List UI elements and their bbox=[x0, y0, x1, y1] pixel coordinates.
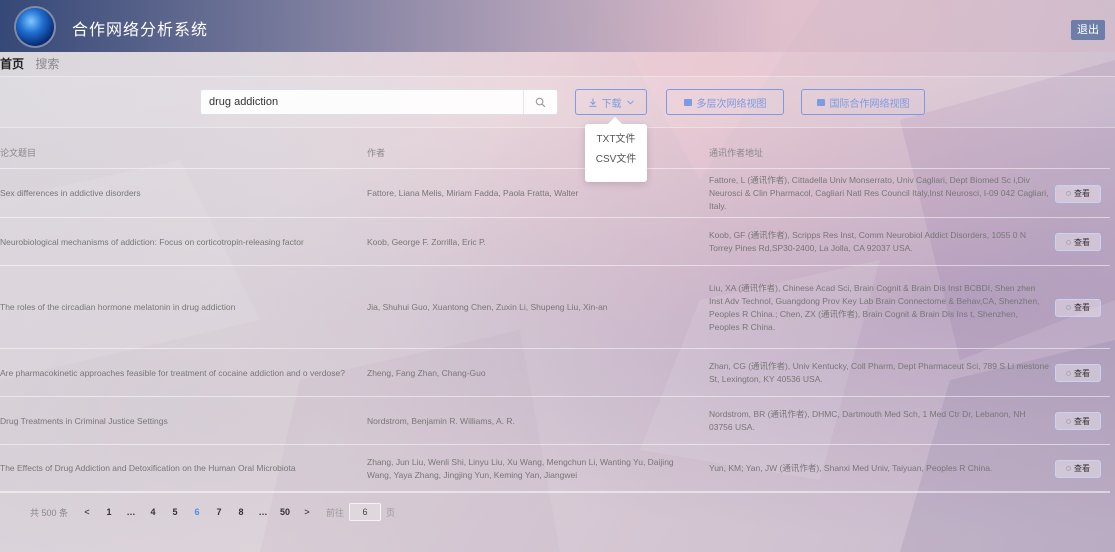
next-page-button[interactable]: > bbox=[296, 507, 318, 517]
paper-title: Are pharmacokinetic approaches feasible … bbox=[0, 367, 345, 378]
view-button[interactable]: 查看 bbox=[1055, 184, 1101, 203]
view-icon bbox=[1066, 370, 1071, 376]
view-icon bbox=[1066, 239, 1071, 245]
paper-authors: Zhang, Jun Liu, Wenli Shi, Linyu Liu, Xu… bbox=[367, 456, 674, 480]
view-label: 查看 bbox=[1074, 368, 1090, 378]
view-label: 查看 bbox=[1074, 303, 1090, 312]
view-button[interactable]: 查看 bbox=[1055, 298, 1101, 317]
page-suffix: 页 bbox=[386, 507, 396, 518]
corresponding-address: Koob, GF (通讯作者), Scripps Res Inst, Comm … bbox=[709, 230, 1026, 253]
view-icon bbox=[1066, 305, 1071, 310]
page-button[interactable]: 8 bbox=[230, 507, 252, 517]
page-button-current[interactable]: 6 bbox=[186, 507, 208, 517]
paper-authors: Jia, Shuhui Guo, Xuantong Chen, Zuxin Li… bbox=[367, 302, 608, 312]
download-menu: TXT文件 CSV文件 bbox=[585, 124, 647, 182]
corresponding-address: Liu, XA (通讯作者), Chinese Acad Sci, Brain … bbox=[709, 282, 1040, 332]
chevron-down-icon bbox=[626, 99, 634, 105]
header-address: 通讯作者地址 bbox=[709, 147, 764, 158]
paper-authors: Fattore, Liana Melis, Miriam Fadda, Paol… bbox=[367, 188, 579, 198]
corresponding-address: Yun, KM; Yan, JW (通讯作者), Shanxi Med Univ… bbox=[709, 463, 993, 473]
breadcrumb-home[interactable]: 首页 bbox=[0, 57, 24, 71]
page-button[interactable]: 7 bbox=[208, 507, 230, 517]
breadcrumb: 首页 搜索 bbox=[0, 55, 59, 72]
paper-authors: Zheng, Fang Zhan, Chang-Guo bbox=[367, 367, 486, 378]
corresponding-address: Nordstrom, BR (通讯作者), DHMC, Dartmouth Me… bbox=[709, 409, 1026, 432]
search-icon bbox=[535, 97, 546, 107]
breadcrumb-search[interactable]: 搜索 bbox=[35, 57, 59, 71]
search-box bbox=[200, 89, 558, 115]
page-button[interactable]: 5 bbox=[164, 507, 186, 517]
table-row: Sex differences in addictive disorders F… bbox=[0, 169, 1110, 218]
page-button[interactable]: 50 bbox=[274, 507, 296, 517]
download-menu-item-csv[interactable]: CSV文件 bbox=[585, 150, 647, 170]
table-row: The roles of the circadian hormone melat… bbox=[0, 266, 1110, 349]
table-row: Neurobiological mechanisms of addiction:… bbox=[0, 218, 1110, 266]
app-title: 合作网络分析系统 bbox=[72, 22, 209, 39]
search-button[interactable] bbox=[523, 90, 557, 114]
paper-title: Drug Treatments in Criminal Justice Sett… bbox=[0, 415, 168, 426]
paper-title: Neurobiological mechanisms of addiction:… bbox=[0, 236, 304, 247]
corresponding-address: Zhan, CG (通讯作者), Univ Kentucky, Coll Pha… bbox=[709, 361, 1049, 384]
download-menu-item-txt[interactable]: TXT文件 bbox=[585, 130, 647, 150]
logout-button[interactable]: 退出 bbox=[1071, 20, 1105, 40]
page-ellipsis[interactable]: … bbox=[120, 507, 142, 517]
view-label: 查看 bbox=[1074, 189, 1090, 198]
table-row: The Effects of Drug Addiction and Detoxi… bbox=[0, 445, 1110, 492]
multi-level-network-label: 多层次网络视图 bbox=[696, 98, 767, 110]
paper-title: The Effects of Drug Addiction and Detoxi… bbox=[0, 463, 296, 473]
page-ellipsis[interactable]: … bbox=[252, 507, 274, 517]
international-network-button[interactable]: 国际合作网络视图 bbox=[801, 89, 925, 115]
view-button[interactable]: 查看 bbox=[1055, 364, 1101, 382]
multi-level-network-button[interactable]: 多层次网络视图 bbox=[666, 89, 784, 115]
image-icon bbox=[683, 98, 692, 106]
view-icon bbox=[1066, 191, 1071, 196]
header-title: 论文题目 bbox=[0, 147, 37, 158]
page-button[interactable]: 1 bbox=[98, 507, 120, 517]
top-bar: 合作网络分析系统 退出 bbox=[0, 0, 1115, 52]
download-label: 下载 bbox=[601, 98, 622, 110]
prev-page-button[interactable]: < bbox=[76, 507, 98, 517]
view-button[interactable]: 查看 bbox=[1055, 459, 1101, 478]
search-input[interactable] bbox=[209, 90, 519, 114]
header-author: 作者 bbox=[367, 147, 386, 158]
table-header: 论文题目 作者 通讯作者地址 bbox=[0, 137, 1110, 169]
paper-authors: Koob, George F. Zorrilla, Eric P. bbox=[367, 236, 486, 247]
page-button[interactable]: 4 bbox=[142, 507, 164, 517]
paper-title: Sex differences in addictive disorders bbox=[0, 188, 141, 198]
goto-page-input[interactable] bbox=[349, 503, 382, 521]
view-icon bbox=[1066, 418, 1071, 424]
view-icon bbox=[1066, 466, 1071, 471]
view-label: 查看 bbox=[1074, 237, 1090, 247]
paper-authors: Nordstrom, Benjamin R. Williams, A. R. bbox=[367, 415, 515, 426]
view-button[interactable]: 查看 bbox=[1055, 412, 1101, 430]
international-network-label: 国际合作网络视图 bbox=[829, 98, 910, 110]
view-label: 查看 bbox=[1074, 416, 1090, 426]
view-label: 查看 bbox=[1074, 464, 1090, 473]
corresponding-address: Fattore, L (通讯作者), Cittadella Univ Monse… bbox=[709, 175, 1049, 211]
download-button[interactable]: 下载 bbox=[575, 89, 647, 115]
view-button[interactable]: 查看 bbox=[1055, 233, 1101, 251]
table-row: Are pharmacokinetic approaches feasible … bbox=[0, 349, 1110, 397]
paper-title: The roles of the circadian hormone melat… bbox=[0, 302, 236, 312]
total-count: 共 500 条 bbox=[30, 507, 69, 518]
app-logo bbox=[16, 8, 54, 46]
table-row: Drug Treatments in Criminal Justice Sett… bbox=[0, 397, 1110, 445]
pagination: 共 500 条 < 1 … 4 5 6 7 8 … 50 > 前往 页 bbox=[0, 492, 1110, 528]
image-icon bbox=[816, 98, 825, 106]
goto-label: 前往 bbox=[326, 507, 345, 518]
download-icon bbox=[589, 98, 596, 107]
